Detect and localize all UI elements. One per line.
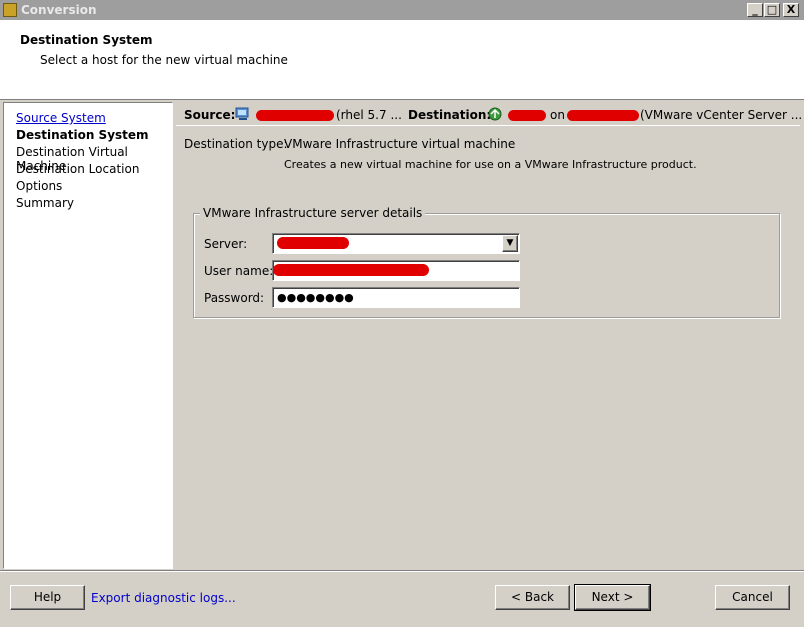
maximize-button[interactable]: □ xyxy=(764,3,780,17)
next-button[interactable]: Next > xyxy=(574,584,651,611)
source-os: (rhel 5.7 ... xyxy=(336,108,402,122)
destination-type-suffix: (VMware vCenter Server ... xyxy=(640,108,803,122)
step-source-system[interactable]: Source System xyxy=(16,111,106,125)
help-button[interactable]: Help xyxy=(10,585,85,610)
export-diagnostic-logs-link[interactable]: Export diagnostic logs... xyxy=(91,591,236,605)
server-details-legend: VMware Infrastructure server details xyxy=(200,206,426,220)
app-icon xyxy=(3,3,17,17)
destination-type-label: Destination type: xyxy=(184,137,288,151)
chevron-down-icon[interactable]: ▼ xyxy=(502,235,518,252)
password-field[interactable]: ●●●●●●●● xyxy=(272,287,520,308)
redacted-destination-name xyxy=(508,110,546,121)
cancel-button[interactable]: Cancel xyxy=(715,585,790,610)
destination-type-description: Creates a new virtual machine for use on… xyxy=(284,158,697,171)
window-titlebar xyxy=(0,0,804,20)
back-button[interactable]: < Back xyxy=(495,585,570,610)
step-destination-system: Destination System xyxy=(16,128,149,142)
destination-label: Destination: xyxy=(408,108,492,122)
wizard-header: Destination System Select a host for the… xyxy=(0,20,804,100)
vcenter-icon xyxy=(487,107,503,121)
source-label: Source: xyxy=(184,108,236,122)
window-title: Conversion xyxy=(21,3,97,17)
server-label: Server: xyxy=(204,237,248,251)
server-select[interactable]: ▼ xyxy=(272,233,520,254)
redacted-username-value xyxy=(273,264,429,276)
step-summary: Summary xyxy=(16,196,74,210)
wizard-steps-panel: Source System Destination System Destina… xyxy=(3,102,173,569)
footer-separator xyxy=(0,570,804,572)
redacted-server-value xyxy=(277,237,349,249)
close-button[interactable]: X xyxy=(783,3,799,17)
redacted-source-name xyxy=(256,110,334,121)
destination-on-text: on xyxy=(550,108,565,122)
computer-icon xyxy=(235,107,251,121)
username-field[interactable] xyxy=(272,260,520,281)
redacted-destination-host xyxy=(567,110,639,121)
step-destination-location: Destination Location xyxy=(16,162,140,176)
page-subtitle: Select a host for the new virtual machin… xyxy=(40,53,288,67)
password-label: Password: xyxy=(204,291,265,305)
destination-type-value: VMware Infrastructure virtual machine xyxy=(284,137,516,151)
minimize-button[interactable]: _ xyxy=(747,3,763,17)
username-label: User name: xyxy=(204,264,274,278)
page-title: Destination System xyxy=(20,33,153,47)
step-options: Options xyxy=(16,179,63,193)
